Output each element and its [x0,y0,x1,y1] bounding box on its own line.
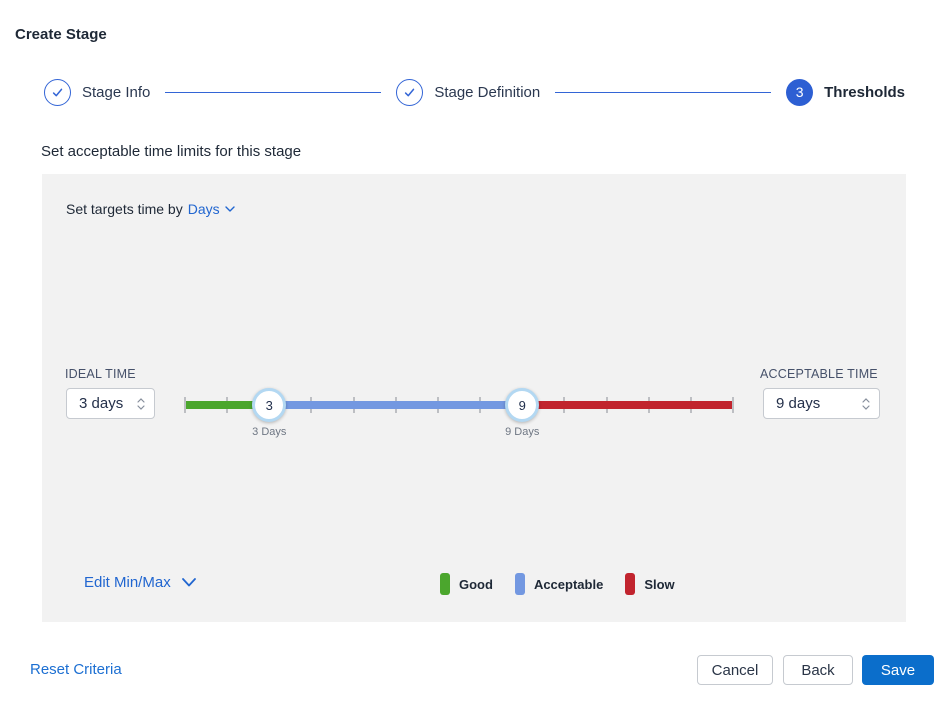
save-button[interactable]: Save [862,655,934,685]
legend-swatch [625,573,635,595]
ideal-handle-label: 3 Days [229,426,309,438]
step-stage-info[interactable]: Stage Info [44,79,150,106]
legend-item-acceptable: Acceptable [515,573,603,595]
check-icon [51,86,64,99]
legend-label: Slow [644,577,674,592]
legend-label: Good [459,577,493,592]
reset-criteria-link[interactable]: Reset Criteria [30,661,122,678]
chevron-up-icon [137,398,145,403]
acceptable-time-field [763,388,880,419]
chevron-down-icon [862,405,870,410]
legend-item-slow: Slow [625,573,674,595]
threshold-slider[interactable]: 33 Days99 Days [185,393,733,457]
chevron-down-icon [137,405,145,410]
acceptable-time-label: ACCEPTABLE TIME [760,367,878,381]
thresholds-panel: Set targets time by Days IDEAL TIME 33 D… [42,174,906,622]
stepper-connector [555,92,771,93]
ideal-time-field [66,388,155,419]
slider-tick-day-1 [184,397,186,413]
segment-acceptable [269,401,522,409]
days-unit-value: Days [188,201,220,217]
step-number: 3 [796,84,804,100]
page-title: Create Stage [15,26,107,43]
stepper-connector [165,92,381,93]
ideal-time-label: IDEAL TIME [65,367,136,381]
acceptable-handle-label: 9 Days [482,426,562,438]
acceptable-time-input[interactable] [776,395,862,412]
step-complete-circle [44,79,71,106]
acceptable-time-stepper[interactable] [862,398,870,410]
step-current-circle: 3 [786,79,813,106]
chevron-down-icon [182,578,196,587]
days-unit-dropdown[interactable]: Days [188,201,235,217]
targets-label: Set targets time by [66,201,183,217]
stepper: Stage Info Stage Definition 3 Thresholds [44,76,905,108]
step-complete-circle [396,79,423,106]
acceptable-handle[interactable]: 9 [505,388,539,422]
ideal-time-stepper[interactable] [137,398,145,410]
edit-minmax-link[interactable]: Edit Min/Max [84,574,196,591]
legend-label: Acceptable [534,577,603,592]
cancel-button[interactable]: Cancel [697,655,773,685]
create-stage-dialog: Create Stage Stage Info Stage Definition… [0,0,949,701]
step-thresholds[interactable]: 3 Thresholds [786,79,905,106]
step-label: Thresholds [824,84,905,101]
legend-item-good: Good [440,573,493,595]
ideal-handle[interactable]: 3 [252,388,286,422]
legend-swatch [515,573,525,595]
step-label: Stage Definition [434,84,540,101]
segment-slow [522,401,733,409]
chevron-up-icon [862,398,870,403]
edit-minmax-label: Edit Min/Max [84,574,171,591]
legend-swatch [440,573,450,595]
step-label: Stage Info [82,84,150,101]
legend: Good Acceptable Slow [440,573,675,595]
step-stage-definition[interactable]: Stage Definition [396,79,540,106]
section-heading: Set acceptable time limits for this stag… [41,143,301,160]
slider-tick-day-14 [732,397,734,413]
chevron-down-icon [225,206,235,212]
ideal-time-input[interactable] [79,395,137,412]
check-icon [403,86,416,99]
targets-row: Set targets time by Days [66,201,235,217]
back-button[interactable]: Back [783,655,853,685]
